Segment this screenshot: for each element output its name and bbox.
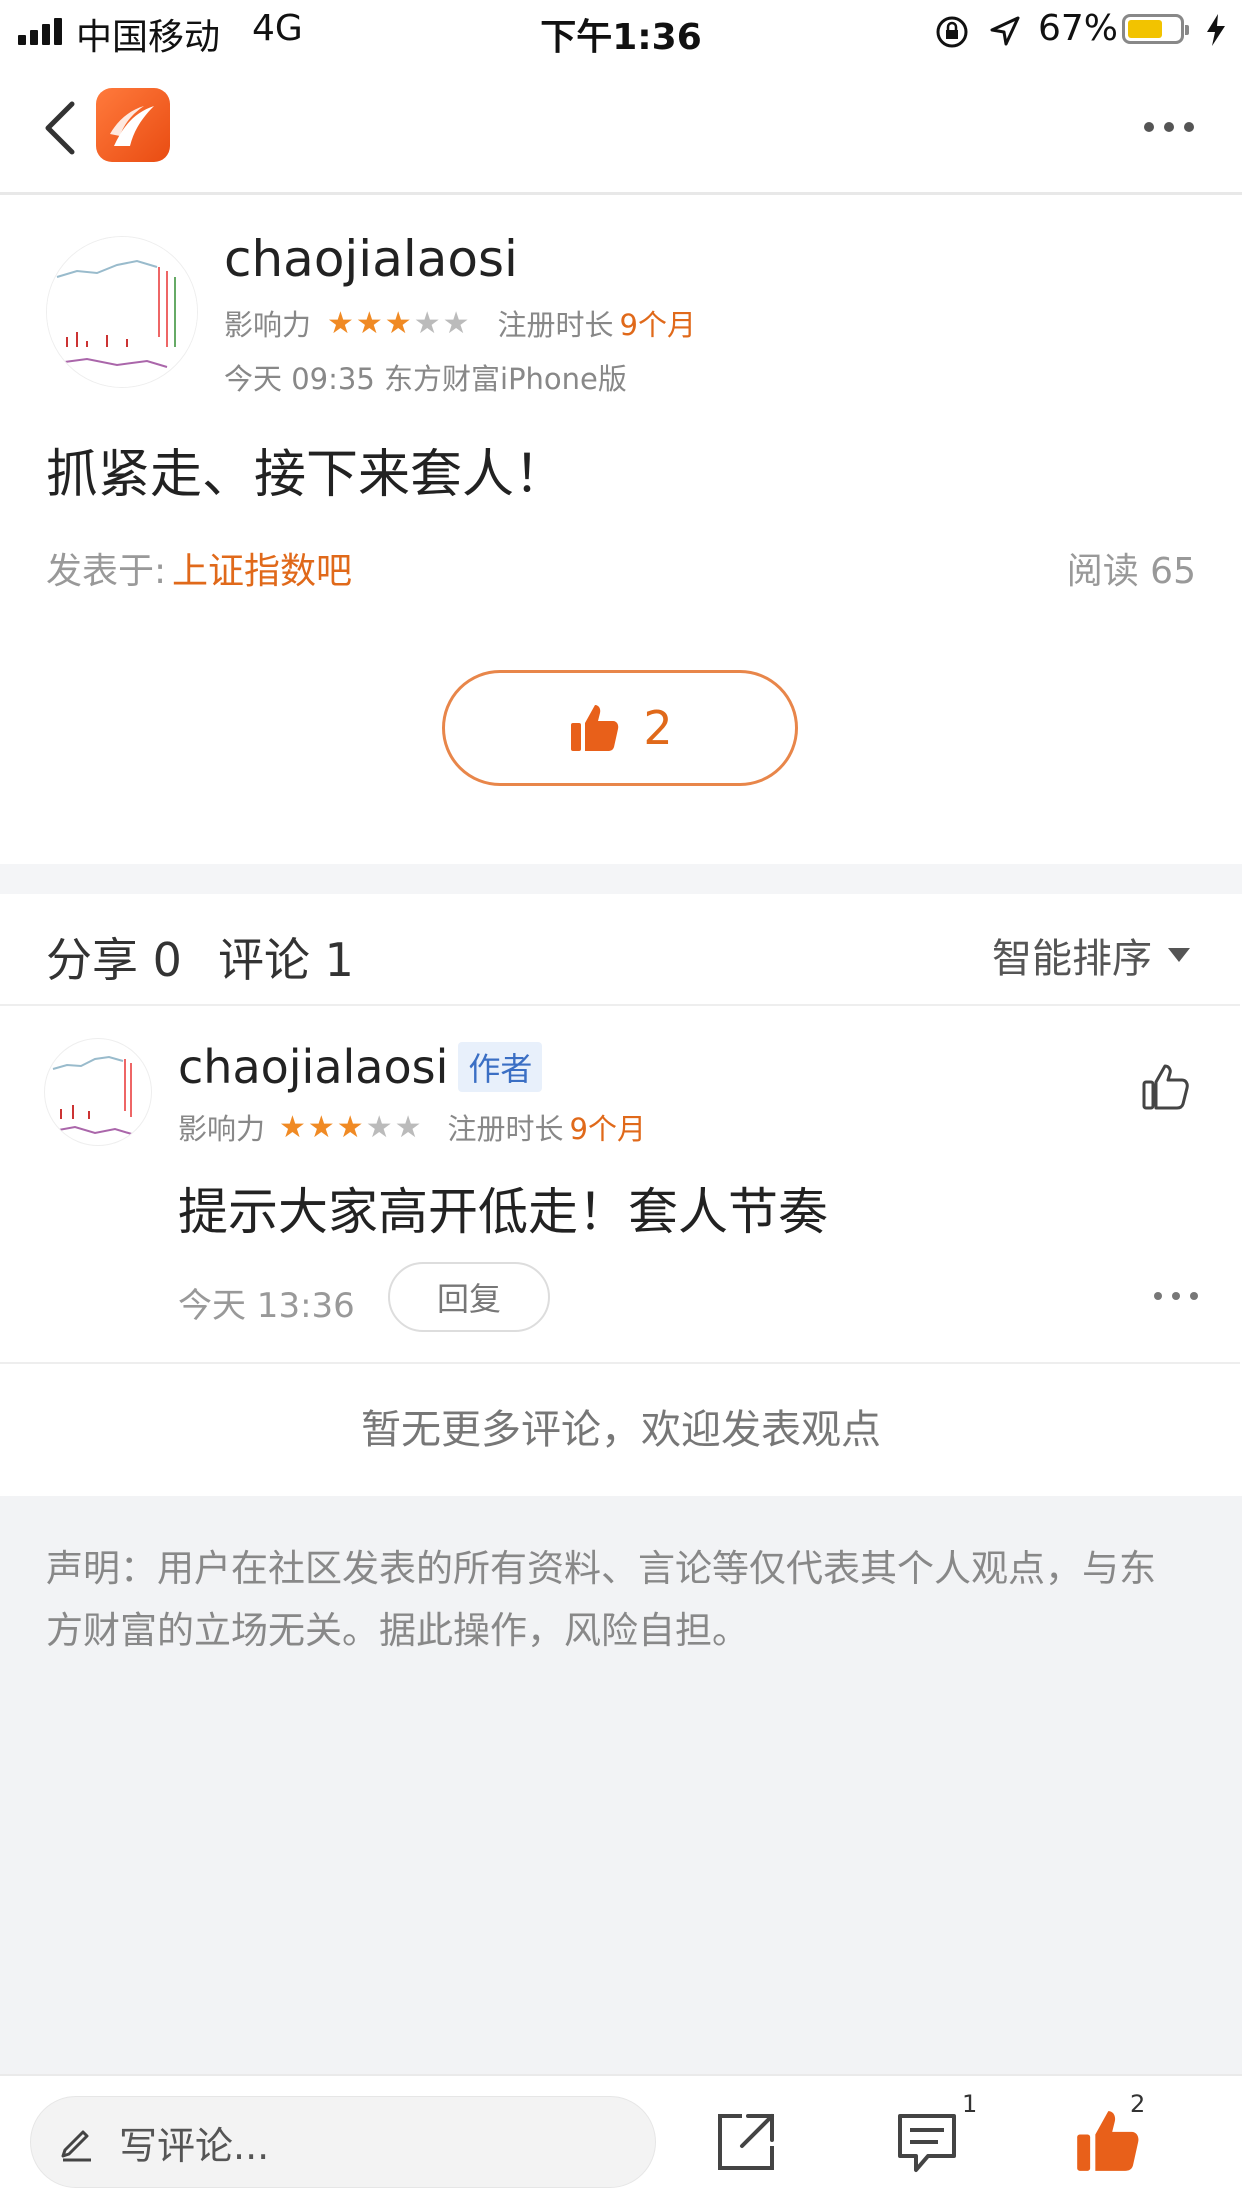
status-bar: 中国移动 4G 下午1:36 67% xyxy=(0,0,1242,62)
share-icon[interactable] xyxy=(714,2110,778,2174)
comment-time: 今天 13:36 xyxy=(178,1286,355,1326)
eastmoney-logo-icon xyxy=(110,106,154,146)
comments-icon[interactable] xyxy=(894,2110,960,2176)
influence-stars: ★★★★★ xyxy=(327,305,472,341)
disclaimer-section: 声明：用户在社区发表的所有资料、言论等仅代表其个人观点，与东方财富的立场无关。据… xyxy=(0,1496,1242,2074)
location-arrow-icon xyxy=(990,16,1020,46)
sort-label: 智能排序 xyxy=(992,936,1152,982)
share-count[interactable]: 分享 0 xyxy=(46,924,182,990)
comment-more-icon[interactable] xyxy=(1154,1292,1198,1300)
section-divider xyxy=(0,864,1242,894)
influence-stars: ★★★★★ xyxy=(279,1109,424,1145)
reg-label: 注册时长 xyxy=(447,1112,564,1146)
disclaimer-text: 声明：用户在社区发表的所有资料、言论等仅代表其个人观点，与东方财富的立场无关。据… xyxy=(46,1547,1156,1652)
posted-in-label: 发表于: xyxy=(46,551,167,592)
rotation-lock-icon xyxy=(936,16,968,48)
forum-link[interactable]: 上证指数吧 xyxy=(172,542,352,594)
battery-fill xyxy=(1128,20,1162,38)
chart-thumbnail-icon xyxy=(47,237,197,387)
commenter-name[interactable]: chaojialaosi xyxy=(178,1040,448,1094)
comment-body: 提示大家高开低走！套人节奏 xyxy=(178,1183,828,1241)
reg-value: 9个月 xyxy=(619,308,696,342)
author-avatar[interactable] xyxy=(46,236,198,388)
author-name[interactable]: chaojialaosi xyxy=(224,230,518,288)
author-tag: 作者 xyxy=(458,1042,543,1092)
app-logo xyxy=(96,88,170,162)
comment-placeholder: 写评论... xyxy=(119,2123,270,2168)
post-body: 抓紧走、接下来套人！ xyxy=(46,445,567,505)
post-like-button[interactable]: 2 xyxy=(442,670,798,786)
reply-label: 回复 xyxy=(436,1280,501,1318)
commenter-meta: 影响力 ★★★★★ 注册时长 9个月 xyxy=(178,1106,646,1148)
comments-badge: 1 xyxy=(962,2090,978,2118)
post-like-count: 2 xyxy=(643,701,673,755)
thumbs-up-icon xyxy=(571,705,619,751)
commenter-header: chaojialaosi 作者 xyxy=(178,1040,543,1094)
sort-dropdown[interactable]: 智能排序 xyxy=(992,926,1192,984)
reply-button[interactable]: 回复 xyxy=(388,1262,550,1332)
like-badge: 2 xyxy=(1130,2090,1146,2118)
battery-percent: 67% xyxy=(1038,8,1119,49)
comment-item: chaojialaosi 作者 影响力 ★★★★★ 注册时长 9个月 提示大家高… xyxy=(0,1004,1240,1364)
no-more-comments: 暂无更多评论，欢迎发表观点 xyxy=(361,1407,881,1453)
bottom-toolbar: 写评论... 1 2 xyxy=(0,2074,1242,2210)
author-meta: 影响力 ★★★★★ 注册时长 9个月 xyxy=(224,302,696,344)
back-chevron-icon[interactable] xyxy=(40,100,80,156)
influence-label: 影响力 xyxy=(224,308,312,342)
comment-input[interactable]: 写评论... xyxy=(30,2096,656,2188)
read-count: 阅读 65 xyxy=(1066,551,1196,592)
comment-like-icon[interactable] xyxy=(1140,1062,1190,1112)
post-time-source: 今天 09:35 东方财富iPhone版 xyxy=(224,362,627,396)
chart-thumbnail-icon xyxy=(52,1055,136,1136)
more-options-icon[interactable] xyxy=(1144,122,1194,132)
commenter-avatar[interactable] xyxy=(44,1038,152,1146)
battery-icon xyxy=(1122,14,1189,44)
triangle-down-icon xyxy=(1168,948,1190,962)
reg-value: 9个月 xyxy=(569,1112,646,1146)
comment-count[interactable]: 评论 1 xyxy=(218,924,354,990)
reg-label: 注册时长 xyxy=(497,308,614,342)
influence-label: 影响力 xyxy=(178,1112,266,1146)
charging-bolt-icon xyxy=(1207,14,1225,46)
nav-bar xyxy=(0,62,1242,195)
pencil-icon xyxy=(61,2130,91,2162)
